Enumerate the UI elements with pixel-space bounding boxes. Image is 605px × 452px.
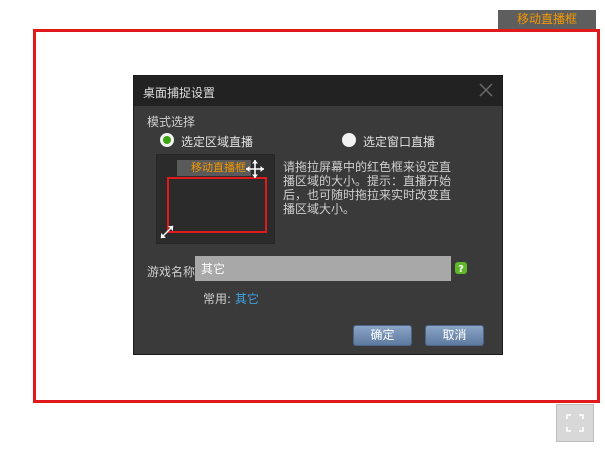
mode-selection-label: 模式选择 — [147, 115, 196, 129]
instruction-line: 后，也可随时拖拉来实时改变直 — [283, 188, 452, 202]
common-game-link[interactable]: 其它 — [235, 292, 259, 306]
close-icon[interactable] — [478, 82, 494, 98]
fullscreen-icon — [566, 414, 584, 432]
move-capture-frame-tab[interactable]: 移动直播框 — [498, 10, 596, 29]
dialog-header: 桌面捕捉设置 — [134, 76, 502, 106]
instruction-line: 播区域的大小。提示：直播开始 — [283, 174, 452, 188]
fullscreen-button[interactable] — [556, 404, 594, 442]
resize-icon — [160, 225, 174, 239]
preview-red-frame — [167, 177, 267, 233]
dialog-title: 桌面捕捉设置 — [143, 86, 216, 100]
game-name-label: 游戏名称 — [147, 265, 196, 279]
help-icon[interactable]: ? — [455, 262, 467, 274]
move-icon — [246, 160, 264, 178]
move-capture-frame-label: 移动直播框 — [516, 12, 577, 26]
mode-select-window-radio[interactable]: 选定窗口直播 — [342, 132, 442, 149]
mode-select-region-radio[interactable]: 选定区域直播 — [160, 132, 260, 149]
svg-text:?: ? — [458, 264, 464, 274]
preview-move-tab: 移动直播框 — [177, 160, 251, 176]
instruction-line: 播区域大小。 — [283, 202, 356, 216]
radio-checked-icon — [160, 133, 174, 147]
cancel-button[interactable]: 取消 — [425, 325, 484, 346]
common-label: 常用: — [203, 292, 232, 306]
game-name-input[interactable] — [195, 256, 451, 281]
desktop-capture-settings-dialog: 桌面捕捉设置 模式选择 选定区域直播 选定窗口直播 移动直播框 请拖拉屏幕中的红… — [133, 75, 503, 355]
instruction-text: 请拖拉屏幕中的红色框来设定直 播区域的大小。提示：直播开始 后，也可随时拖拉来实… — [283, 160, 483, 216]
radio-unchecked-icon — [342, 133, 356, 147]
instruction-line: 请拖拉屏幕中的红色框来设定直 — [283, 160, 452, 174]
mode-select-window-label: 选定窗口直播 — [363, 135, 436, 149]
mode-select-region-label: 选定区域直播 — [181, 135, 254, 149]
ok-button[interactable]: 确定 — [353, 325, 412, 346]
common-games-row: 常用: 其它 — [203, 290, 259, 307]
capture-preview-illustration: 移动直播框 — [156, 154, 275, 244]
